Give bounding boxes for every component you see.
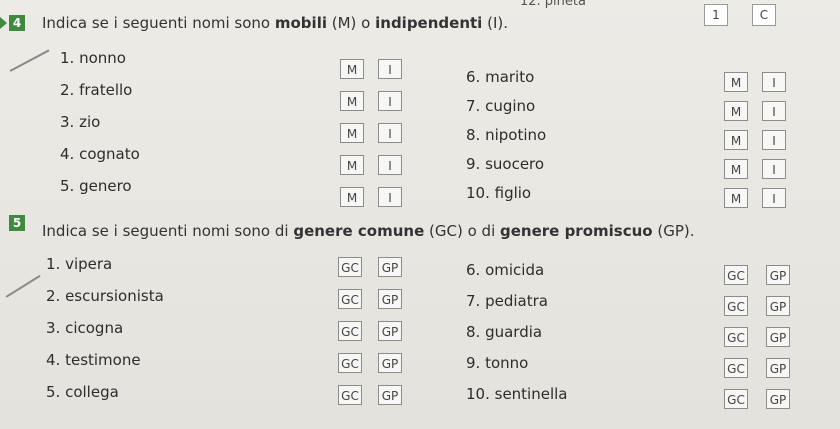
exercise4-option-m-box[interactable]: M [724, 72, 748, 92]
exercise5-option-gc-box[interactable]: GC [338, 289, 362, 309]
corner-box-1: 1 [704, 4, 728, 26]
exercise5-option-gc-box[interactable]: GC [338, 257, 362, 277]
exercise5-item-right-2: 7. pediatra [466, 292, 548, 310]
exercise4-option-i-box[interactable]: I [762, 188, 786, 208]
exercise5-option-gp-box[interactable]: GP [766, 327, 790, 347]
exercise4-item-right-4: 9. suocero [466, 155, 545, 173]
exercise4-option-i-box[interactable]: I [378, 59, 402, 79]
exercise5-option-gp-box[interactable]: GP [378, 321, 402, 341]
exercise5-item-left-4: 4. testimone [46, 351, 141, 369]
exercise5-option-gp-box[interactable]: GP [766, 389, 790, 409]
exercise5-item-left-5: 5. collega [46, 383, 119, 401]
exercise5-option-gc-box[interactable]: GC [724, 265, 748, 285]
previous-item-fragment: 12. pineta [520, 0, 586, 9]
exercise4-option-i-box[interactable]: I [378, 155, 402, 175]
exercise4-item-right-5: 10. figlio [466, 184, 532, 202]
exercise4-item-left-3: 3. zio [60, 113, 101, 131]
exercise5-option-gp-box[interactable]: GP [766, 296, 790, 316]
exercise4-item-right-3: 8. nipotino [466, 126, 547, 144]
exercise4-option-m-box[interactable]: M [340, 59, 364, 79]
exercise4-item-left-2: 2. fratello [60, 81, 133, 99]
exercise5-option-gp-box[interactable]: GP [766, 265, 790, 285]
pencil-mark [5, 274, 41, 298]
exercise5-option-gp-box[interactable]: GP [378, 289, 402, 309]
exercise4-item-right-1: 6. marito [466, 68, 535, 86]
exercise5-option-gp-box[interactable]: GP [378, 385, 402, 405]
exercise4-option-m-box[interactable]: M [724, 130, 748, 150]
exercise5-option-gc-box[interactable]: GC [338, 385, 362, 405]
exercise5-option-gc-box[interactable]: GC [338, 321, 362, 341]
exercise5-option-gp-box[interactable]: GP [378, 353, 402, 373]
exercise4-option-m-box[interactable]: M [340, 91, 364, 111]
exercise5-item-left-1: 1. vipera [46, 255, 113, 273]
exercise4-option-m-box[interactable]: M [340, 187, 364, 207]
exercise4-option-m-box[interactable]: M [724, 188, 748, 208]
exercise4-item-left-5: 5. genero [60, 177, 132, 195]
exercise-marker-icon [0, 17, 7, 29]
exercise5-item-left-3: 3. cicogna [46, 319, 124, 337]
exercise-4-number: 4 [9, 15, 25, 31]
exercise4-option-m-box[interactable]: M [724, 159, 748, 179]
exercise4-option-i-box[interactable]: I [762, 72, 786, 92]
exercise5-item-right-1: 6. omicida [466, 261, 545, 279]
exercise5-option-gc-box[interactable]: GC [724, 327, 748, 347]
exercise4-item-left-1: 1. nonno [60, 49, 126, 67]
exercise4-option-m-box[interactable]: M [724, 101, 748, 121]
exercise5-option-gc-box[interactable]: GC [724, 358, 748, 378]
exercise-5-instruction: Indica se i seguenti nomi sono di genere… [42, 222, 695, 240]
exercise4-option-i-box[interactable]: I [378, 91, 402, 111]
exercise4-item-right-2: 7. cugino [466, 97, 536, 115]
exercise5-item-left-2: 2. escursionista [46, 287, 164, 305]
exercise4-option-m-box[interactable]: M [340, 123, 364, 143]
exercise4-option-i-box[interactable]: I [762, 130, 786, 150]
exercise5-option-gc-box[interactable]: GC [724, 389, 748, 409]
exercise4-option-i-box[interactable]: I [762, 101, 786, 121]
exercise5-item-right-4: 9. tonno [466, 354, 529, 372]
exercise4-option-m-box[interactable]: M [340, 155, 364, 175]
pencil-mark [9, 49, 50, 72]
exercise5-option-gp-box[interactable]: GP [378, 257, 402, 277]
exercise5-option-gc-box[interactable]: GC [724, 296, 748, 316]
exercise5-item-right-3: 8. guardia [466, 323, 543, 341]
exercise4-option-i-box[interactable]: I [378, 187, 402, 207]
exercise4-option-i-box[interactable]: I [762, 159, 786, 179]
exercise4-item-left-4: 4. cognato [60, 145, 140, 163]
corner-box-c: C [752, 4, 776, 26]
exercise4-option-i-box[interactable]: I [378, 123, 402, 143]
exercise-5-number: 5 [9, 215, 25, 231]
exercise5-option-gc-box[interactable]: GC [338, 353, 362, 373]
exercise5-item-right-5: 10. sentinella [466, 385, 568, 403]
exercise-4-instruction: Indica se i seguenti nomi sono mobili (M… [42, 14, 508, 32]
exercise5-option-gp-box[interactable]: GP [766, 358, 790, 378]
workbook-page: 12. pineta 1 C 4 Indica se i seguenti no… [0, 0, 840, 429]
